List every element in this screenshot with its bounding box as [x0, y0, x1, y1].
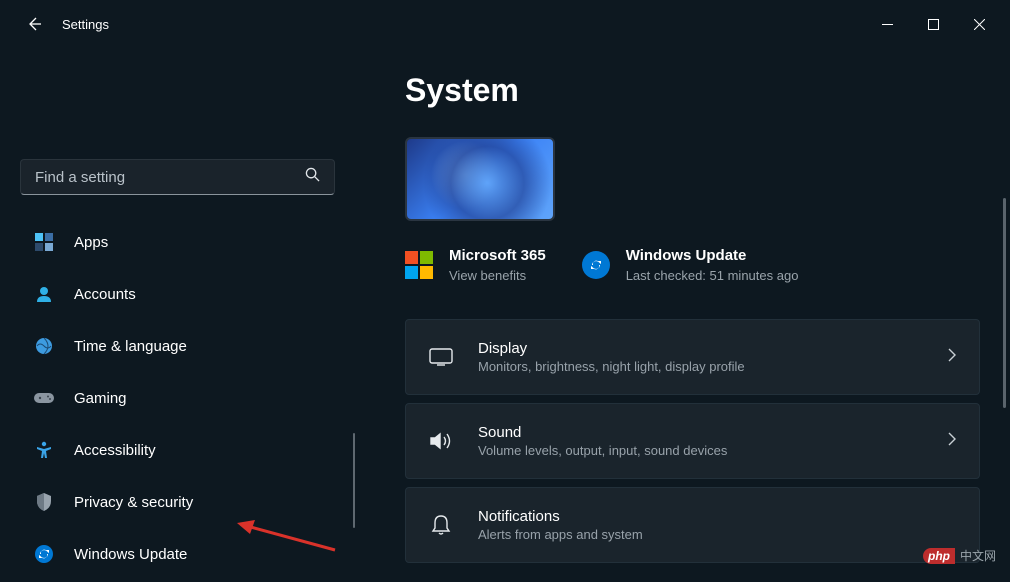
card-sub: Alerts from apps and system: [478, 527, 957, 542]
chevron-right-icon: [947, 432, 957, 451]
search-box[interactable]: [20, 159, 335, 195]
promo-text: Microsoft 365 View benefits: [449, 247, 546, 283]
card-sound[interactable]: Sound Volume levels, output, input, soun…: [405, 403, 980, 479]
promo-windows-update[interactable]: Windows Update Last checked: 51 minutes …: [582, 247, 799, 283]
promo-ms365[interactable]: Microsoft 365 View benefits: [405, 247, 546, 283]
card-notifications[interactable]: Notifications Alerts from apps and syste…: [405, 487, 980, 563]
sidebar-item-label: Privacy & security: [74, 494, 193, 511]
notifications-icon: [428, 514, 454, 536]
maximize-button[interactable]: [910, 8, 956, 40]
promo-sub: Last checked: 51 minutes ago: [626, 268, 799, 283]
card-sub: Monitors, brightness, night light, displ…: [478, 359, 923, 374]
apps-icon: [34, 232, 54, 252]
card-title: Display: [478, 340, 923, 357]
card-title: Sound: [478, 424, 923, 441]
profile-block: [20, 64, 335, 159]
main-scrollbar[interactable]: [1003, 198, 1006, 408]
minimize-button[interactable]: [864, 8, 910, 40]
sidebar-item-label: Accessibility: [74, 442, 156, 459]
sidebar-item-privacy-security[interactable]: Privacy & security: [20, 483, 335, 521]
promo-title: Windows Update: [626, 247, 799, 264]
sound-icon: [428, 431, 454, 451]
promo-row: Microsoft 365 View benefits Windows Upda…: [405, 247, 980, 283]
nav-list: Apps Accounts Time & language Gaming: [20, 223, 335, 573]
shield-icon: [34, 492, 54, 512]
sidebar-item-time-language[interactable]: Time & language: [20, 327, 335, 365]
close-icon: [974, 19, 985, 30]
sidebar-item-apps[interactable]: Apps: [20, 223, 335, 261]
windows-update-icon: [582, 251, 610, 279]
back-button[interactable]: [24, 14, 44, 34]
gaming-icon: [34, 388, 54, 408]
promo-text: Windows Update Last checked: 51 minutes …: [626, 247, 799, 283]
desktop-preview[interactable]: [405, 137, 555, 221]
sidebar-item-accounts[interactable]: Accounts: [20, 275, 335, 313]
card-text: Display Monitors, brightness, night ligh…: [478, 340, 923, 374]
search-icon: [305, 167, 320, 187]
settings-cards: Display Monitors, brightness, night ligh…: [405, 319, 980, 563]
maximize-icon: [928, 19, 939, 30]
sidebar-item-windows-update[interactable]: Windows Update: [20, 535, 335, 573]
sidebar-item-label: Time & language: [74, 338, 187, 355]
sidebar-item-label: Accounts: [74, 286, 136, 303]
card-title: Notifications: [478, 508, 957, 525]
back-arrow-icon: [26, 16, 42, 32]
sidebar-item-gaming[interactable]: Gaming: [20, 379, 335, 417]
card-text: Sound Volume levels, output, input, soun…: [478, 424, 923, 458]
card-display[interactable]: Display Monitors, brightness, night ligh…: [405, 319, 980, 395]
chevron-right-icon: [947, 348, 957, 367]
promo-sub: View benefits: [449, 268, 546, 283]
accessibility-icon: [34, 440, 54, 460]
app-body: Apps Accounts Time & language Gaming: [0, 48, 1010, 582]
sidebar-item-label: Apps: [74, 234, 108, 251]
ms365-icon: [405, 251, 433, 279]
titlebar: Settings: [0, 0, 1010, 48]
update-icon: [34, 544, 54, 564]
sidebar-item-accessibility[interactable]: Accessibility: [20, 431, 335, 469]
card-sub: Volume levels, output, input, sound devi…: [478, 443, 923, 458]
time-icon: [34, 336, 54, 356]
sidebar-item-label: Gaming: [74, 390, 127, 407]
page-title: System: [405, 72, 980, 109]
window-controls: [864, 8, 1002, 40]
titlebar-left: Settings: [24, 14, 109, 34]
sidebar-item-label: Windows Update: [74, 546, 187, 563]
close-button[interactable]: [956, 8, 1002, 40]
promo-title: Microsoft 365: [449, 247, 546, 264]
search-input[interactable]: [35, 169, 305, 186]
sidebar: Apps Accounts Time & language Gaming: [0, 48, 355, 582]
display-icon: [428, 348, 454, 366]
card-text: Notifications Alerts from apps and syste…: [478, 508, 957, 542]
app-title: Settings: [62, 17, 109, 32]
minimize-icon: [882, 19, 893, 30]
main-content: System Microsoft 365 View benefits Windo…: [355, 48, 1010, 582]
accounts-icon: [34, 284, 54, 304]
